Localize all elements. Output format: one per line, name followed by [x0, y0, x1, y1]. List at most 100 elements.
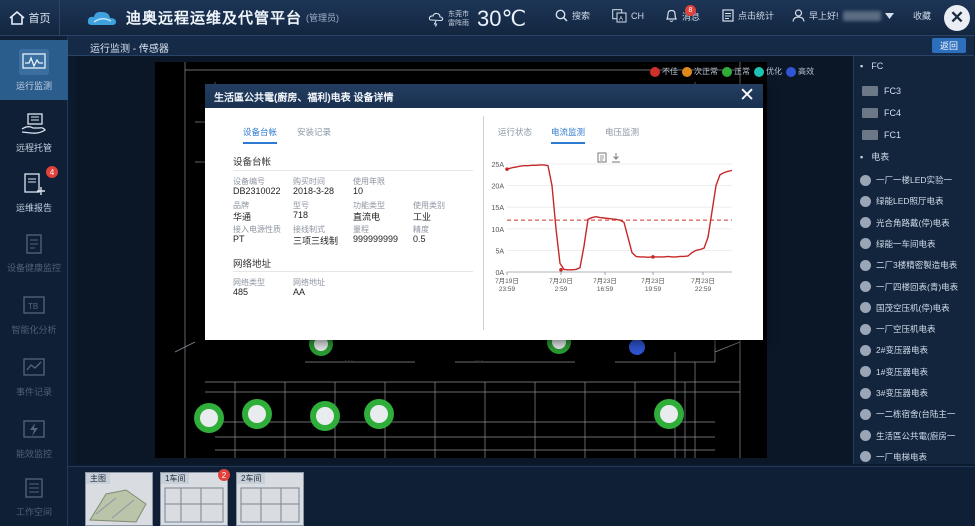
list-item-meter[interactable]: 绿能LED照厅电表 — [860, 192, 972, 210]
search-label: 搜索 — [572, 11, 591, 21]
back-button[interactable]: 返回 — [932, 38, 966, 53]
list-item-meter[interactable]: 一二栋宿舍(台陆主一 — [860, 405, 972, 423]
sidebar-item-monitoring[interactable]: 运行监测 — [0, 40, 68, 100]
item-label: FC3 — [884, 85, 902, 96]
list-item-fc1[interactable]: FC1 — [862, 126, 966, 143]
item-label: 一二栋宿舍(台陆主一 — [876, 409, 956, 420]
meter-icon — [860, 323, 871, 335]
favorite-button[interactable]: 收藏 — [913, 9, 931, 22]
x-tick-time: 19:59 — [645, 286, 662, 293]
language-label: CH — [631, 11, 644, 21]
x-tick-time: 16:59 — [597, 286, 614, 293]
tab-voltage-monitoring[interactable]: 电压监测 — [605, 126, 639, 142]
translate-icon: A — [612, 9, 627, 23]
list-item-fc3[interactable]: FC3 — [862, 82, 966, 99]
list-item-fc4[interactable]: FC4 — [862, 104, 966, 121]
y-tick-label: 20A — [492, 184, 505, 191]
field-value: 华通 — [233, 212, 252, 222]
thumb-main[interactable]: 主图 — [85, 472, 153, 526]
field-value: 0.5 — [413, 234, 426, 244]
thumb-label: 2车间 — [237, 473, 266, 484]
item-label: 一厂电梯电表 — [876, 451, 928, 462]
field-value: 三项三线制 — [293, 236, 339, 246]
group-fc-header[interactable]: ▪ FC — [860, 61, 883, 71]
sidebar-item-workspace[interactable]: 工作空间 — [0, 466, 68, 526]
series-line — [506, 164, 733, 271]
list-item-meter[interactable]: 国茂空压机(停)电表 — [860, 299, 972, 317]
item-label: 光合角路戴(停)电表 — [876, 217, 950, 228]
x-tick-date: 7月23日 — [641, 277, 665, 285]
list-item-meter[interactable]: 一厂电梯电表 — [860, 448, 972, 464]
list-item-meter[interactable]: 一厂空压机电表 — [860, 320, 972, 338]
thumb-workshop-1[interactable]: 1车间 2 — [160, 469, 230, 526]
tab-ledger[interactable]: 设备台帐 — [243, 126, 278, 144]
x-tick-time: 22:59 — [695, 286, 712, 293]
thumb-label: 主图 — [86, 473, 110, 484]
field-value: 2018-3-28 — [293, 186, 335, 196]
field-value: 工业 — [413, 212, 432, 222]
close-icon: ✕ — [949, 8, 965, 27]
sidebar-item-health[interactable]: 设备健康监控 — [0, 222, 68, 282]
device-icon — [19, 231, 49, 257]
group-meter-header[interactable]: ▪ 电表 — [860, 150, 889, 163]
group-label: FC — [871, 61, 884, 71]
sidebar-item-analysis[interactable]: TB 智能化分析 — [0, 284, 68, 344]
meter-icon — [860, 195, 871, 207]
tab-current-monitoring[interactable]: 电流监测 — [551, 126, 586, 144]
cloud-logo-icon — [87, 11, 116, 25]
list-item-meter[interactable]: 3#变压器电表 — [860, 384, 972, 402]
legend-subnormal: 次正常 — [682, 66, 718, 77]
sidebar-label: 设备健康监控 — [6, 262, 61, 273]
home-button[interactable]: 首页 — [0, 0, 60, 36]
legend-normal: 正常 — [722, 66, 750, 77]
messages-button[interactable]: 消息 8 — [665, 5, 700, 23]
fc-device-icon — [862, 129, 878, 140]
device-detail-dialog: 生活區公共電(廚房、福利)电表 设备详情 ✕ 设备台帐 安装记录 设备台帐 设备… — [205, 84, 763, 340]
bell-icon — [666, 9, 677, 22]
legend-optimized: 优化 — [754, 66, 782, 77]
sidebar-item-events[interactable]: 事件记录 — [0, 346, 68, 406]
list-item-meter[interactable]: 一厂一楼LED实验一 — [860, 171, 972, 189]
sidebar-label: 事件记录 — [15, 386, 52, 397]
user-menu[interactable]: 早上好! — [792, 9, 894, 22]
dialog-close-button[interactable]: ✕ — [739, 86, 755, 105]
stats-button[interactable]: 点击统计 — [722, 9, 774, 22]
item-label: 生活區公共電(廚房一 — [876, 430, 956, 441]
item-label: 绿能一车间电表 — [876, 238, 936, 249]
divider — [233, 271, 473, 272]
legend-efficient: 高效 — [786, 66, 814, 77]
list-item-meter[interactable]: 2#变压器电表 — [860, 341, 972, 359]
search-button[interactable]: 搜索 — [555, 9, 590, 22]
user-icon — [792, 9, 805, 22]
tab-run-status[interactable]: 运行状态 — [498, 126, 532, 142]
weather-widget: 东莞市 雷阵雨 30℃ — [428, 6, 526, 32]
messages-badge: 8 — [685, 5, 696, 16]
legend-label: 优化 — [766, 67, 782, 76]
thumb-label: 1车间 — [161, 473, 190, 484]
thumb-workshop-2[interactable]: 2车间 — [236, 472, 304, 526]
meter-icon — [860, 302, 871, 314]
list-item-meter[interactable]: 生活區公共電(廚房一 — [860, 427, 972, 445]
current-line-chart: 25A 20A 15A 10A 5A 0A7月19日23:59 7月20日2:59 7月23日… — [492, 162, 733, 293]
weather-desc: 雷阵雨 — [448, 20, 469, 27]
item-label: 3#变压器电表 — [876, 388, 928, 398]
sidebar-item-reports[interactable]: 运维报告 4 — [0, 162, 68, 222]
y-tick-label: 0A — [495, 270, 504, 277]
event-log-icon — [19, 355, 49, 381]
close-app-button[interactable]: ✕ — [944, 5, 970, 31]
tab-install-records[interactable]: 安装记录 — [297, 126, 331, 142]
item-label: 一厂一楼LED实验一 — [876, 175, 953, 185]
list-icon: ▪ — [860, 151, 864, 162]
language-switch[interactable]: A CH — [612, 9, 644, 23]
workshop-plan-icon — [164, 487, 224, 523]
field-value: PT — [233, 234, 245, 244]
list-item-meter[interactable]: 二厂3楼精密製造电表 — [860, 256, 972, 274]
list-item-meter[interactable]: 一厂四楼回表(青)电表 — [860, 278, 972, 296]
list-item-meter[interactable]: 绿能一车间电表 — [860, 235, 972, 253]
list-item-meter[interactable]: 光合角路戴(停)电表 — [860, 214, 972, 232]
item-label: 1#变压器电表 — [876, 366, 928, 377]
favorite-label: 收藏 — [913, 11, 932, 21]
list-item-meter[interactable]: 1#变压器电表 — [860, 363, 972, 381]
sidebar-item-hosting[interactable]: 远程托管 — [0, 102, 68, 162]
sidebar-item-energy[interactable]: 能效监控 — [0, 408, 68, 468]
